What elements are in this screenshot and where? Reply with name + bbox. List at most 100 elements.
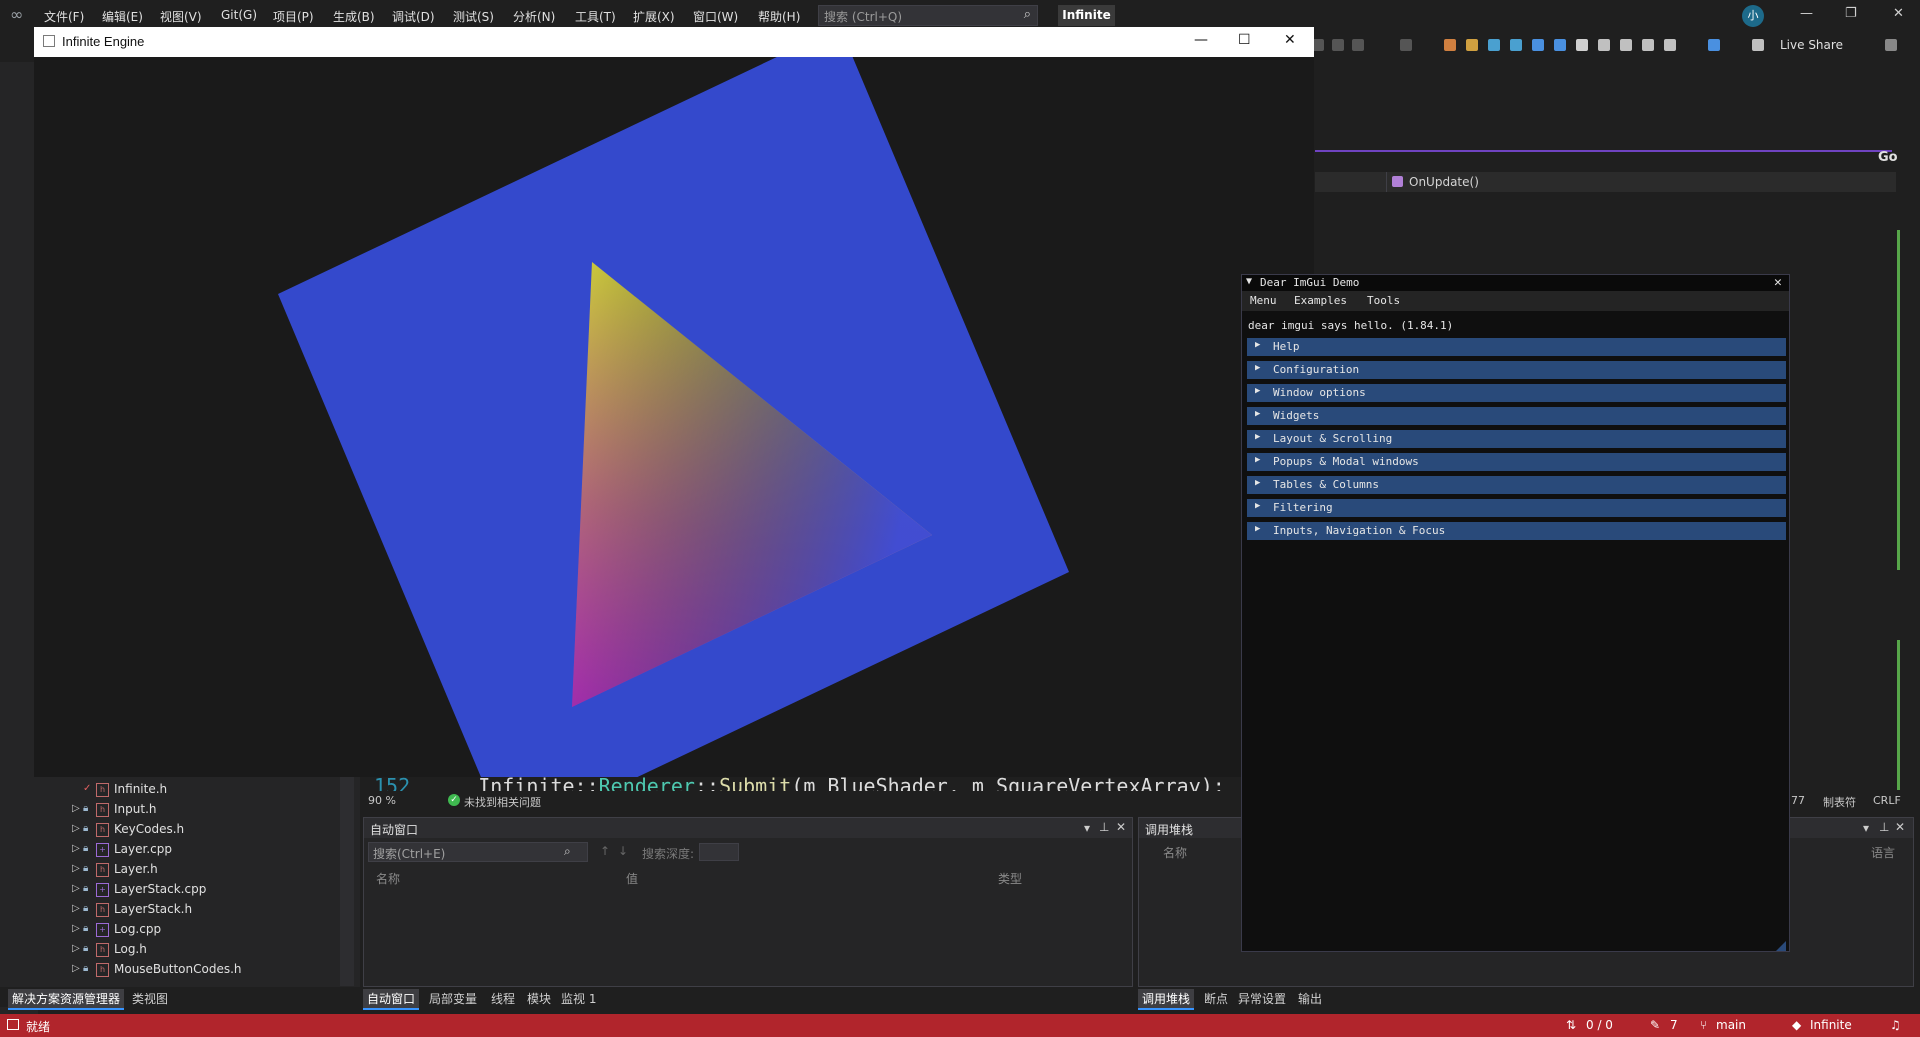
imgui-menu-menu[interactable]: Menu — [1250, 294, 1277, 307]
toolbar-comment-icon[interactable] — [1598, 39, 1610, 51]
menu-tools[interactable]: 工具(T) — [575, 8, 616, 25]
tab-watch-1[interactable]: 监视 1 — [557, 989, 600, 1008]
toolbar-navigate-back-icon[interactable] — [1532, 39, 1544, 51]
toolbar-bookmark-icon[interactable] — [1576, 39, 1588, 51]
expand-arrow-icon[interactable]: ▷ — [72, 863, 80, 874]
tab-modules[interactable]: 模块 — [523, 989, 555, 1008]
column-name[interactable]: 名称 — [1163, 844, 1187, 861]
sync-status[interactable]: 0 / 0 — [1586, 1018, 1613, 1032]
expand-arrow-icon[interactable]: ▷ — [72, 923, 80, 934]
imgui-titlebar[interactable]: ▼ Dear ImGui Demo ✕ — [1242, 275, 1789, 291]
column-name[interactable]: 名称 — [376, 870, 400, 887]
imgui-menu-examples[interactable]: Examples — [1294, 294, 1347, 307]
menu-extensions[interactable]: 扩展(X) — [633, 8, 675, 25]
menu-file[interactable]: 文件(F) — [44, 8, 84, 25]
imgui-menu-tools[interactable]: Tools — [1367, 294, 1400, 307]
column-value[interactable]: 值 — [626, 870, 638, 887]
output-window-icon[interactable] — [7, 1019, 19, 1030]
menu-test[interactable]: 测试(S) — [453, 8, 494, 25]
engine-viewport[interactable] — [34, 57, 1314, 777]
tab-autos[interactable]: 自动窗口 — [363, 989, 420, 1010]
toolbar-tools-icon[interactable] — [1642, 39, 1654, 51]
column-type[interactable]: 类型 — [998, 870, 1022, 887]
engine-titlebar[interactable]: Infinite Engine — ☐ ✕ — [34, 27, 1314, 57]
tab-locals[interactable]: 局部变量 — [425, 989, 481, 1008]
dropdown-icon[interactable]: ▾ — [1863, 821, 1869, 835]
minimize-icon[interactable]: — — [1800, 6, 1813, 21]
notifications-icon[interactable]: ♫ — [1890, 1018, 1901, 1032]
imgui-header-window-options[interactable]: ▶ Window options — [1247, 384, 1786, 402]
expand-arrow-icon[interactable]: ▷ — [72, 963, 80, 974]
branch-name[interactable]: main — [1716, 1018, 1746, 1032]
imgui-header-configuration[interactable]: ▶ Configuration — [1247, 361, 1786, 379]
imgui-header-popups-modal[interactable]: ▶ Popups & Modal windows — [1247, 453, 1786, 471]
expand-arrow-icon[interactable]: ▷ — [72, 823, 80, 834]
arrow-down-icon[interactable]: ↓ — [618, 844, 628, 858]
imgui-header-inputs-navigation[interactable]: ▶ Inputs, Navigation & Focus — [1247, 522, 1786, 540]
tab-call-stack[interactable]: 调用堆栈 — [1138, 989, 1195, 1010]
expand-arrow-icon[interactable]: ▷ — [72, 943, 80, 954]
imgui-header-tables-columns[interactable]: ▶ Tables & Columns — [1247, 476, 1786, 494]
repository-name[interactable]: Infinite — [1810, 1018, 1852, 1032]
close-icon[interactable]: ✕ — [1895, 820, 1905, 834]
maximize-icon[interactable]: ☐ — [1238, 32, 1251, 48]
editor-project-navbar[interactable] — [1315, 150, 1892, 168]
toolbar-layout-icon[interactable] — [1708, 39, 1720, 51]
pending-changes[interactable]: 7 — [1670, 1018, 1678, 1032]
solution-file-item[interactable]: ▷ 🔒︎ h LayerStack.h — [0, 900, 340, 920]
menu-help[interactable]: 帮助(H) — [758, 8, 800, 25]
expand-arrow-icon[interactable]: ▷ — [72, 903, 80, 914]
imgui-header-layout-scrolling[interactable]: ▶ Layout & Scrolling — [1247, 430, 1786, 448]
line-ending[interactable]: CRLF — [1873, 794, 1901, 807]
menu-window[interactable]: 窗口(W) — [693, 8, 738, 25]
autos-search-input[interactable]: 搜索(Ctrl+E) — [368, 842, 588, 862]
indent-mode[interactable]: 制表符 — [1823, 794, 1856, 810]
tab-solution-explorer[interactable]: 解决方案资源管理器 — [8, 989, 125, 1010]
menu-build[interactable]: 生成(B) — [333, 8, 375, 25]
solution-file-item[interactable]: ▷ 🔒︎ h MouseButtonCodes.h — [0, 960, 340, 980]
tab-breakpoints[interactable]: 断点 — [1200, 989, 1232, 1008]
imgui-header-help[interactable]: ▶ Help — [1247, 338, 1786, 356]
solution-file-item[interactable]: ▷ 🔒︎ h Log.h — [0, 940, 340, 960]
toolbar-folder-icon[interactable] — [1466, 39, 1478, 51]
menu-edit[interactable]: 编辑(E) — [102, 8, 143, 25]
user-avatar[interactable]: 小 — [1742, 5, 1764, 27]
solution-file-item[interactable]: ▷ 🔒︎ + Log.cpp — [0, 920, 340, 940]
expand-arrow-icon[interactable]: ▷ — [72, 843, 80, 854]
solution-file-item[interactable]: ▷ 🔒︎ h KeyCodes.h — [0, 820, 340, 840]
toolbar-refresh-icon[interactable] — [1352, 39, 1364, 51]
toolbar-extra-icon[interactable] — [1664, 39, 1676, 51]
menu-analyze[interactable]: 分析(N) — [513, 8, 555, 25]
close-icon[interactable]: ✕ — [1116, 820, 1126, 834]
toolbar-step-icon[interactable] — [1400, 39, 1412, 51]
solution-file-item[interactable]: ▷ 🔒︎ + Layer.cpp — [0, 840, 340, 860]
minimize-icon[interactable]: — — [1194, 32, 1208, 48]
arrow-up-icon[interactable]: ↑ — [600, 844, 610, 858]
search-depth-dropdown[interactable] — [699, 843, 739, 861]
feedback-icon[interactable] — [1885, 39, 1897, 51]
live-share-button[interactable]: Live Share — [1780, 38, 1843, 52]
menu-debug[interactable]: 调试(D) — [392, 8, 435, 25]
pin-icon[interactable]: ⊥ — [1879, 820, 1889, 834]
solution-file-item[interactable]: ▷ 🔒︎ h Layer.h — [0, 860, 340, 880]
toolbar-breakpoint-icon[interactable] — [1488, 39, 1500, 51]
collapse-arrow-icon[interactable]: ▼ — [1246, 276, 1252, 287]
resize-grip-icon[interactable] — [1776, 941, 1786, 951]
expand-arrow-icon[interactable]: ▷ — [72, 803, 80, 814]
solution-file-item[interactable]: ▷ 🔒︎ + LayerStack.cpp — [0, 880, 340, 900]
tab-class-view[interactable]: 类视图 — [128, 989, 172, 1008]
dropdown-icon[interactable]: ▾ — [1084, 821, 1090, 835]
close-icon[interactable]: ✕ — [1284, 32, 1296, 48]
expand-arrow-icon[interactable]: ▷ — [72, 883, 80, 894]
menu-git[interactable]: Git(G) — [221, 8, 257, 22]
go-to-button[interactable]: Go — [1878, 150, 1898, 165]
solution-file-item[interactable]: ▷ 🔒︎ h Input.h — [0, 800, 340, 820]
menu-project[interactable]: 项目(P) — [273, 8, 314, 25]
search-icon[interactable]: ⌕ — [564, 844, 571, 859]
close-icon[interactable]: ✕ — [1893, 6, 1904, 21]
imgui-header-widgets[interactable]: ▶ Widgets — [1247, 407, 1786, 425]
tab-exception-settings[interactable]: 异常设置 — [1234, 989, 1290, 1008]
toolbar-format-icon[interactable] — [1620, 39, 1632, 51]
column-language[interactable]: 语言 — [1871, 844, 1895, 861]
tab-threads[interactable]: 线程 — [487, 989, 519, 1008]
